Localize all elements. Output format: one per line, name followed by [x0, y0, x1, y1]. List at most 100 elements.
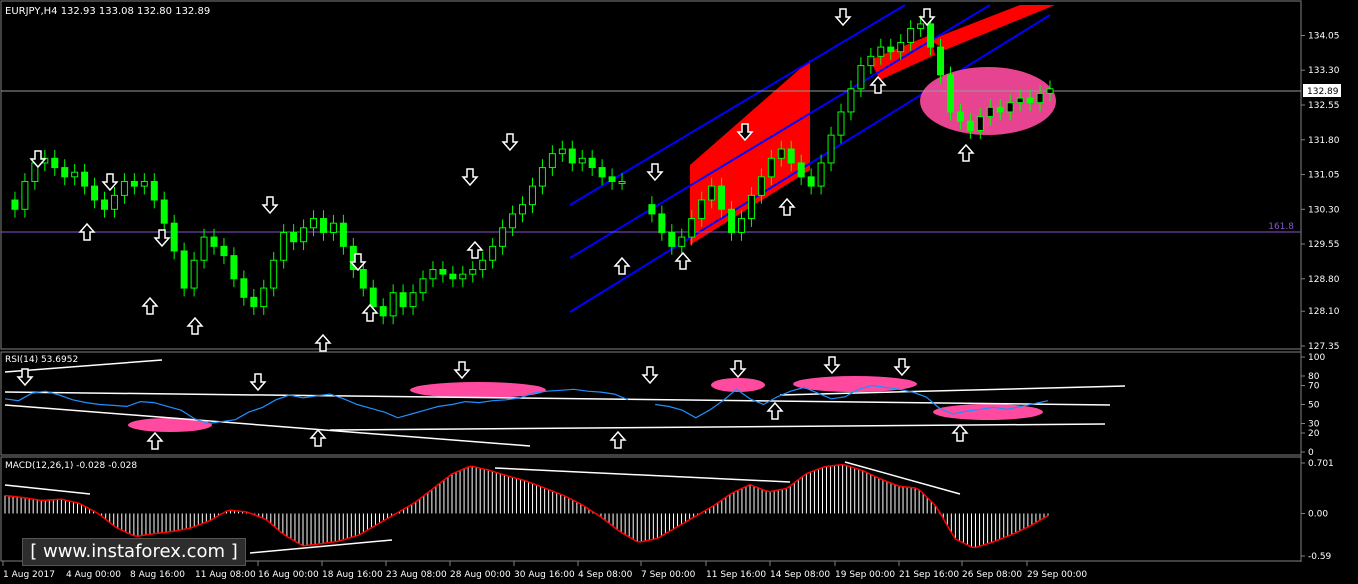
price-tick-label: 128.10: [1308, 307, 1340, 317]
price-tick-label: 127.35: [1308, 342, 1340, 352]
candle-body: [1016, 97, 1024, 104]
channel-mid-line: [569, 4, 991, 259]
candle-body: [688, 218, 696, 238]
candle-body: [608, 176, 616, 182]
macd-tick-label: 0.00: [1308, 509, 1328, 519]
up-arrow-icon: [951, 423, 969, 442]
candle-body: [678, 236, 686, 247]
candle-body: [1006, 102, 1014, 113]
candle-body: [927, 23, 935, 48]
rsi-tick-label: 20: [1308, 429, 1320, 439]
candle-body: [399, 292, 407, 308]
candle-body: [887, 46, 895, 53]
down-arrow-icon: [261, 196, 279, 215]
candle-body: [658, 213, 666, 233]
candle-body: [817, 162, 825, 187]
candle-body: [91, 185, 99, 201]
candle-body: [180, 250, 188, 289]
candle-body: [538, 167, 546, 187]
candle-body: [329, 222, 337, 233]
candle-body: [558, 148, 566, 155]
candle-body: [737, 218, 745, 233]
time-tick-label: 28 Aug 00:00: [450, 570, 511, 580]
candle-body: [170, 222, 178, 252]
candle-body: [409, 292, 417, 308]
candle-body: [51, 157, 59, 169]
candle-body: [648, 204, 656, 215]
candle-body: [160, 199, 168, 224]
candle-body: [310, 218, 318, 229]
candle-body: [260, 287, 268, 308]
candle-body: [439, 269, 447, 275]
time-tick-label: 21 Sep 16:00: [899, 570, 959, 580]
time-tick-label: 4 Sep 08:00: [578, 570, 633, 580]
candle-body: [747, 194, 755, 220]
macd-tick-label: -0.59: [1308, 552, 1332, 562]
down-arrow-icon: [453, 361, 471, 380]
price-tick-label: 131.05: [1308, 171, 1340, 181]
down-arrow-icon: [918, 8, 936, 27]
down-arrow-icon: [249, 373, 267, 392]
down-arrow-icon: [646, 163, 664, 182]
candle-body: [618, 180, 626, 184]
time-tick-label: 23 Aug 08:00: [386, 570, 447, 580]
macd-trendline-4: [249, 539, 393, 554]
candle-body: [568, 148, 576, 164]
candle-body: [897, 41, 905, 53]
candle-body: [509, 213, 517, 229]
macd-axis: 0.701 0.00 -0.59: [1301, 459, 1334, 562]
candle-body: [857, 65, 865, 90]
down-arrow-icon: [823, 356, 841, 375]
rsi-arrows: [16, 356, 969, 450]
time-tick-label: 26 Sep 08:00: [962, 570, 1022, 580]
candle-body: [469, 269, 477, 275]
candle-body: [339, 222, 347, 247]
candle-body: [359, 269, 367, 289]
candle-body: [250, 296, 258, 308]
time-tick-label: 30 Aug 16:00: [514, 570, 575, 580]
candle-body: [698, 199, 706, 220]
candle-body: [190, 259, 198, 289]
up-arrow-icon: [361, 303, 379, 322]
candle-body: [11, 199, 19, 210]
up-arrow-icon: [609, 430, 627, 449]
candle-body: [21, 180, 29, 210]
up-arrow-icon: [613, 256, 631, 275]
rsi-tick-label: 80: [1308, 372, 1320, 382]
time-tick-label: 1 Aug 2017: [3, 570, 55, 580]
rsi-tick-label: 100: [1308, 353, 1325, 363]
rsi-series: [4, 388, 629, 425]
candle-body: [767, 157, 775, 178]
up-arrow-icon: [146, 431, 164, 450]
candle-body: [120, 180, 128, 196]
candle-body: [429, 269, 437, 280]
candle-body: [548, 153, 556, 169]
time-tick-label: 18 Aug 16:00: [322, 570, 383, 580]
candle-body: [130, 180, 138, 187]
macd-tick-label: 0.701: [1308, 459, 1334, 469]
down-arrow-icon: [893, 358, 911, 377]
candle-body: [718, 185, 726, 210]
macd-signal-series: [4, 463, 1049, 549]
price-arrows: [29, 8, 975, 352]
candle-body: [867, 55, 875, 67]
down-arrow-icon: [641, 366, 659, 385]
chart-canvas: EURJPY,H4 132.93 133.08 132.80 132.89 16…: [0, 0, 1341, 580]
price-tick-label: 129.55: [1308, 240, 1340, 250]
candle-body: [489, 245, 497, 261]
macd-trendline-2: [494, 467, 791, 483]
price-title: EURJPY,H4 132.93 133.08 132.80 132.89: [5, 6, 210, 17]
up-arrow-icon: [766, 401, 784, 420]
time-tick-label: 11 Aug 08:00: [195, 570, 256, 580]
candle-body: [220, 245, 228, 257]
candle-body: [937, 46, 945, 76]
rsi-tick-label: 0: [1308, 448, 1314, 458]
price-axis: 134.05 133.30 132.55 131.80 131.05 130.30 129.…: [1301, 31, 1340, 352]
candle-body: [917, 23, 925, 30]
candle-body: [479, 259, 487, 271]
candle-body: [101, 199, 109, 210]
fib-level-label: 161.8: [1268, 222, 1294, 232]
candle-body: [787, 148, 795, 164]
candle-body: [300, 227, 308, 243]
time-tick-label: 16 Aug 00:00: [258, 570, 319, 580]
